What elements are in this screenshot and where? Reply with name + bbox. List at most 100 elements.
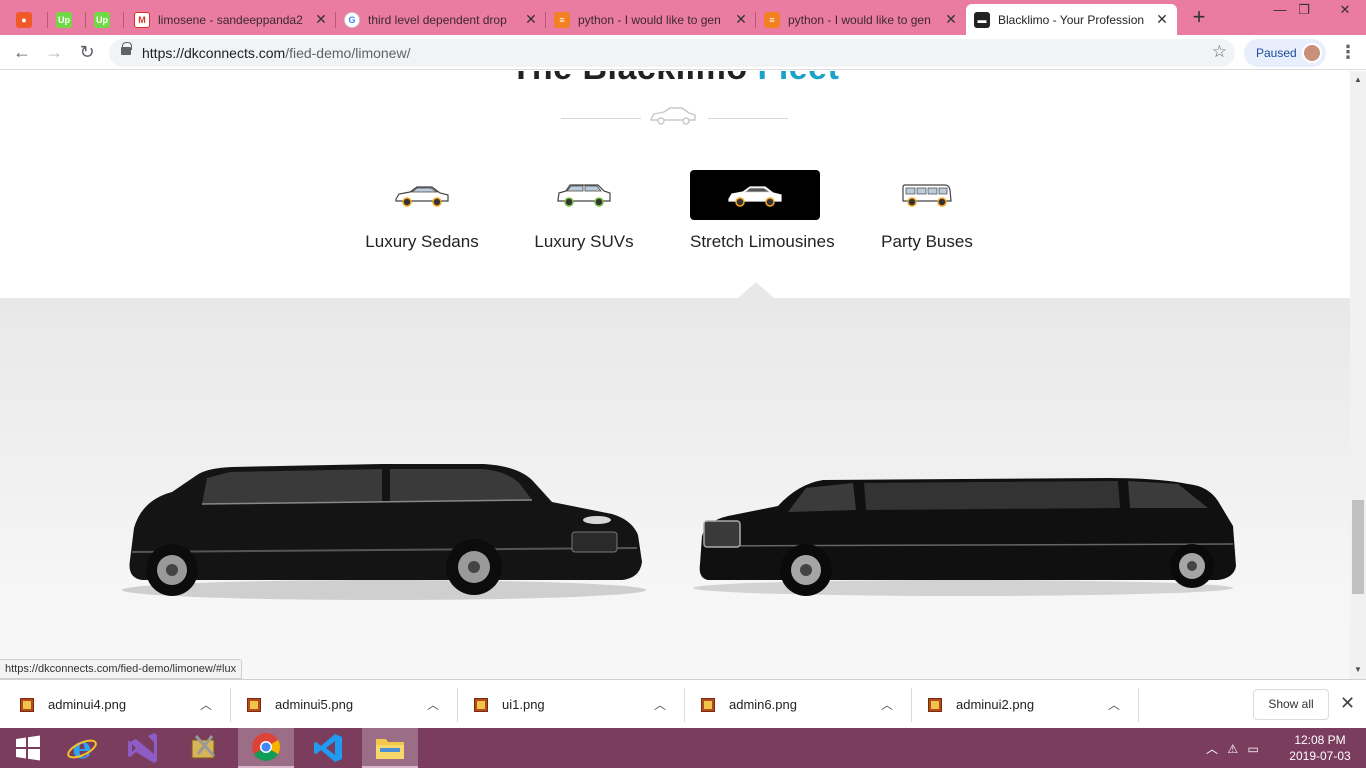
close-icon[interactable]: ✕	[1155, 11, 1169, 28]
tab-title: limosene - sandeeppanda2	[158, 12, 303, 27]
separator	[1138, 688, 1139, 722]
active-tab-pointer	[738, 282, 774, 298]
display-icon[interactable]: ▭	[1247, 742, 1258, 756]
tab-active-blacklimo[interactable]: ▬ Blacklimo - Your Profession ✕	[966, 4, 1177, 35]
browser-toolbar: ← → ↻ https://dkconnects.com/fied-demo/l…	[0, 35, 1366, 70]
menu-icon[interactable]: ⋮	[1338, 43, 1358, 63]
image-file-icon	[247, 697, 261, 712]
image-file-icon	[20, 697, 34, 712]
close-icon[interactable]: ✕	[524, 11, 538, 28]
network-warning-icon[interactable]: ⚠	[1227, 742, 1238, 756]
close-icon[interactable]: ✕	[1340, 693, 1355, 714]
stretch-limo-image-2	[693, 478, 1236, 596]
chevron-up-icon[interactable]: ︿	[1108, 696, 1120, 713]
chevron-up-icon[interactable]: ︿	[427, 696, 439, 713]
tab-title: python - I would like to gen	[788, 12, 931, 27]
tools-icon[interactable]	[176, 728, 232, 768]
forward-button[interactable]: →	[42, 41, 66, 65]
category-luxury-suvs[interactable]: Luxury SUVs	[519, 170, 649, 260]
divider-right	[708, 118, 788, 119]
page-viewport: The Blacklimo Fleet Luxury Sedans	[0, 71, 1350, 679]
category-stretch-limousines[interactable]: Stretch Limousines	[690, 170, 835, 260]
windows-start-icon[interactable]	[0, 728, 56, 768]
svg-text:e: e	[72, 732, 91, 764]
clock-date: 2019-07-03	[1289, 749, 1351, 763]
separator	[230, 688, 231, 722]
category-label: Luxury Sedans	[365, 232, 479, 251]
chevron-up-icon[interactable]: ︿	[1206, 742, 1218, 756]
category-label: Party Buses	[881, 232, 973, 251]
windows-taskbar: e ︿ ⚠ ▭ 12:08 PM 2019-07-03	[0, 728, 1366, 768]
divider-left	[561, 118, 641, 119]
file-explorer-icon[interactable]	[362, 728, 418, 768]
download-item[interactable]: ui1.png ︿	[474, 680, 674, 729]
address-bar[interactable]: https://dkconnects.com/fied-demo/limonew…	[109, 39, 1235, 67]
tab-pinned-2[interactable]: Up	[48, 4, 86, 35]
tab-stackoverflow-2[interactable]: ≡ python - I would like to gen ✕	[756, 4, 966, 35]
back-button[interactable]: ←	[10, 41, 34, 65]
suv-icon	[519, 170, 649, 220]
chevron-up-icon[interactable]: ︿	[200, 696, 212, 713]
tab-strip: ● Up Up M limosene - sandeeppanda2 ✕ G t…	[0, 0, 1366, 35]
category-label: Luxury SUVs	[534, 232, 634, 251]
profile-button[interactable]: Paused	[1244, 39, 1326, 67]
scroll-down-icon[interactable]: ▼	[1354, 665, 1362, 674]
tab-stackoverflow-1[interactable]: ≡ python - I would like to gen ✕	[546, 4, 756, 35]
scrollbar-thumb[interactable]	[1352, 500, 1364, 594]
tab-pinned-3[interactable]: Up	[86, 4, 124, 35]
chevron-up-icon[interactable]: ︿	[881, 696, 893, 713]
category-party-buses[interactable]: Party Buses	[862, 170, 992, 260]
close-icon[interactable]: ✕	[314, 11, 328, 28]
download-item[interactable]: adminui2.png ︿	[928, 680, 1128, 729]
tab-pinned-1[interactable]: ●	[8, 4, 48, 35]
tab-gmail[interactable]: M limosene - sandeeppanda2 ✕	[126, 4, 336, 35]
url-text[interactable]: https://dkconnects.com/fied-demo/limonew…	[142, 45, 410, 61]
tab-google[interactable]: G third level dependent drop ✕	[336, 4, 546, 35]
close-icon[interactable]: ✕	[734, 11, 748, 28]
visual-studio-icon[interactable]	[114, 728, 170, 768]
download-filename: ui1.png	[502, 697, 545, 712]
separator	[911, 688, 912, 722]
download-filename: admin6.png	[729, 697, 797, 712]
vehicle-showcase	[0, 298, 1350, 679]
download-filename: adminui2.png	[956, 697, 1035, 712]
new-tab-button[interactable]: +	[1187, 6, 1211, 30]
download-filename: adminui5.png	[275, 697, 354, 712]
upwork-icon: Up	[56, 11, 72, 28]
chrome-icon[interactable]	[238, 728, 294, 768]
tab-title: python - I would like to gen	[578, 12, 721, 27]
limo-car-icon	[690, 170, 820, 220]
upwork-icon: Up	[94, 11, 110, 28]
tab-title: third level dependent drop	[368, 12, 507, 27]
reload-button[interactable]: ↻	[75, 41, 99, 65]
vscode-icon[interactable]	[300, 728, 356, 768]
download-item[interactable]: admin6.png ︿	[701, 680, 901, 729]
bookmark-star-icon[interactable]: ☆	[1212, 42, 1227, 62]
category-luxury-sedans[interactable]: Luxury Sedans	[357, 170, 487, 260]
separator	[684, 688, 685, 722]
window-close-icon[interactable]: ✕	[1330, 2, 1360, 20]
close-icon[interactable]: ✕	[944, 11, 958, 28]
clock-time: 12:08 PM	[1294, 733, 1346, 747]
scroll-up-icon[interactable]: ▲	[1354, 75, 1362, 84]
app-icon: ●	[16, 11, 32, 28]
link-status-bar: https://dkconnects.com/fied-demo/limonew…	[0, 659, 243, 679]
tab-title: Blacklimo - Your Profession	[998, 12, 1145, 27]
download-bar: adminui4.png ︿ adminui5.png ︿ ui1.png ︿ …	[0, 679, 1366, 728]
internet-explorer-icon[interactable]: e	[54, 728, 110, 768]
download-item[interactable]: adminui4.png ︿	[20, 680, 220, 729]
restore-icon[interactable]: ❐	[1289, 2, 1319, 20]
image-file-icon	[701, 697, 715, 712]
image-file-icon	[474, 697, 488, 712]
system-tray[interactable]: ︿ ⚠ ▭	[1206, 740, 1259, 757]
category-label: Stretch Limousines	[690, 232, 835, 251]
stretch-limo-image-1	[122, 464, 646, 600]
image-file-icon	[928, 697, 942, 712]
page-scrollbar[interactable]: ▲ ▼	[1350, 71, 1366, 679]
download-item[interactable]: adminui5.png ︿	[247, 680, 447, 729]
chevron-up-icon[interactable]: ︿	[654, 696, 666, 713]
clock[interactable]: 12:08 PM 2019-07-03	[1280, 732, 1360, 764]
show-all-button[interactable]: Show all	[1253, 689, 1329, 720]
limo-icon: ▬	[974, 11, 990, 28]
page-title: The Blacklimo Fleet	[0, 71, 1350, 88]
